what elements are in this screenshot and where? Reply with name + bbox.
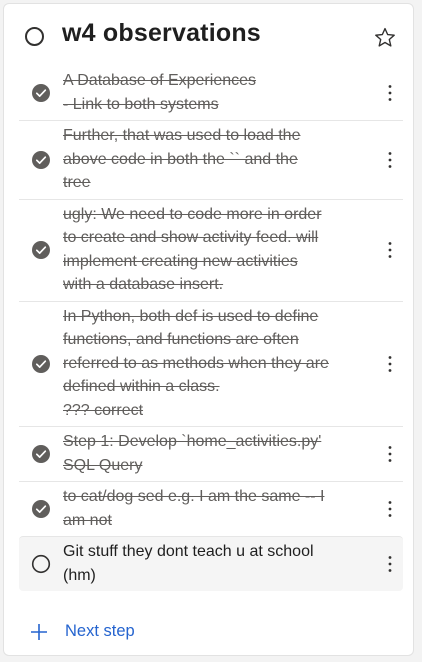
- step-text: ugly: We need to code more in order to c…: [63, 205, 322, 294]
- star-icon[interactable]: [373, 26, 397, 50]
- step-text: In Python, both def is used to define fu…: [63, 307, 329, 419]
- more-options-icon[interactable]: [380, 554, 400, 574]
- step-text: to cat/dog sed e.g. I am the same -- I a…: [63, 488, 325, 529]
- more-options-icon[interactable]: [380, 150, 400, 170]
- complete-task-circle-icon[interactable]: [25, 27, 44, 46]
- step-circle-icon[interactable]: [31, 554, 51, 574]
- more-options-icon[interactable]: [380, 240, 400, 260]
- step-item[interactable]: Further, that was used to load the above…: [19, 120, 403, 199]
- more-options-icon[interactable]: [380, 83, 400, 103]
- completed-check-icon[interactable]: [31, 444, 51, 464]
- step-text: Further, that was used to load the above…: [63, 127, 301, 191]
- next-step-label: Next step: [65, 622, 135, 640]
- completed-check-icon[interactable]: [31, 499, 51, 519]
- step-text: Step 1: Develop `home_activities.py' SQL…: [63, 433, 322, 474]
- more-options-icon[interactable]: [380, 444, 400, 464]
- step-text: Git stuff they dont teach u at school (h…: [63, 543, 314, 584]
- step-item[interactable]: to cat/dog sed e.g. I am the same -- I a…: [19, 481, 403, 536]
- step-item[interactable]: ugly: We need to code more in order to c…: [19, 198, 403, 301]
- completed-check-icon[interactable]: [31, 150, 51, 170]
- more-options-icon[interactable]: [380, 499, 400, 519]
- steps-list: A Database of Experiences - Link to both…: [4, 66, 413, 591]
- task-detail-card: w4 observations A Database of Experience…: [3, 3, 414, 656]
- task-title[interactable]: w4 observations: [62, 19, 261, 48]
- step-item[interactable]: A Database of Experiences - Link to both…: [19, 66, 403, 120]
- step-item[interactable]: In Python, both def is used to define fu…: [19, 300, 403, 427]
- task-header: w4 observations: [4, 4, 413, 66]
- step-item[interactable]: Step 1: Develop `home_activities.py' SQL…: [19, 426, 403, 481]
- plus-icon: [31, 624, 47, 640]
- step-text: A Database of Experiences - Link to both…: [63, 72, 257, 113]
- step-item[interactable]: Git stuff they dont teach u at school (h…: [19, 536, 403, 591]
- more-options-icon[interactable]: [380, 354, 400, 374]
- completed-check-icon[interactable]: [31, 83, 51, 103]
- completed-check-icon[interactable]: [31, 354, 51, 374]
- completed-check-icon[interactable]: [31, 240, 51, 260]
